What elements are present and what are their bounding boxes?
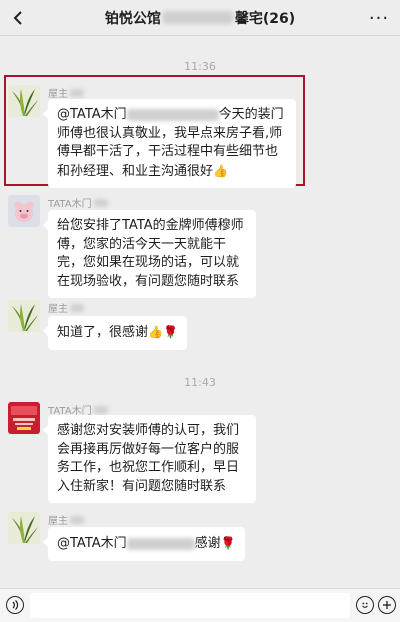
redacted-name: [126, 537, 195, 550]
more-button[interactable]: ···: [366, 6, 392, 30]
sender-name: 屋主: [48, 300, 84, 315]
message-item: TATA木门 感谢您对安装师傅的认可，我们会再接再厉做好每一位客户的服务工作，也…: [8, 402, 392, 503]
mention-text: @TATA木门: [57, 107, 127, 122]
chat-title: 铂悦公馆 馨宅(26): [105, 8, 295, 28]
message-bubble[interactable]: 感谢您对安装师傅的认可，我们会再接再厉做好每一位客户的服务工作，也祝您工作顺利，…: [43, 415, 256, 503]
avatar[interactable]: [8, 402, 40, 434]
sender-label: TATA木门: [48, 199, 92, 210]
avatar[interactable]: [8, 300, 40, 332]
emoji-icon: [362, 602, 368, 608]
message-text: 给您安排了TATA的金牌师傅穆师傅，您家的活今天一天就能干完，您如果在现场的话，…: [57, 218, 244, 289]
message-text: 感谢: [194, 536, 221, 551]
thumbs-up-icon: 👍: [213, 163, 228, 178]
title-start: 铂悦公馆: [104, 10, 161, 27]
plant-avatar-icon: [8, 300, 40, 332]
pig-avatar-icon: [8, 195, 40, 227]
redacted-sender: [70, 303, 84, 312]
message-item: TATA木门 给您安排了TATA的金牌师傅穆师傅，您家的活今天一天就能干完，您如…: [8, 195, 392, 298]
message-text: 知道了，很感谢: [57, 325, 149, 340]
chevron-left-icon: [13, 11, 22, 25]
redacted-phone: [126, 108, 219, 121]
rose-icon: 🌹: [220, 536, 236, 550]
redacted-sender: [93, 405, 108, 414]
emoji-button[interactable]: [356, 596, 374, 614]
voice-button[interactable]: [6, 596, 24, 614]
avatar[interactable]: [8, 195, 40, 227]
avatar[interactable]: [8, 85, 40, 117]
plus-button[interactable]: [378, 596, 396, 614]
message-bubble[interactable]: @TATA木门 感谢🌹: [43, 527, 245, 561]
message-input[interactable]: [30, 593, 350, 618]
redacted-sender: [70, 515, 84, 524]
message-bubble[interactable]: 知道了，很感谢👍🌹: [43, 316, 187, 350]
message-item: 屋主 @TATA木门 今天的装门师傅也很认真敬业，我早点来房子看,师傅早都干活了，…: [8, 85, 392, 188]
sender-label: 屋主: [48, 516, 68, 527]
message-bubble[interactable]: 给您安排了TATA的金牌师傅穆师傅，您家的活今天一天就能干完，您如果在现场的话，…: [43, 210, 256, 298]
plant-avatar-icon: [8, 85, 40, 117]
title-end: 馨宅(26): [234, 10, 296, 27]
plant-avatar-icon: [8, 512, 40, 544]
thumbs-up-rose-icon: 👍🌹: [148, 325, 178, 339]
redacted-sender: [93, 198, 108, 207]
plus-icon: [383, 601, 391, 609]
sender-name: 屋主: [48, 85, 84, 100]
input-bar: [0, 588, 400, 622]
message-text: 感谢您对安装师傅的认可，我们会再接再厉做好每一位客户的服务工作，也祝您工作顺利，…: [57, 423, 240, 494]
message-item: 屋主 @TATA木门 感谢🌹: [8, 512, 392, 562]
sender-name: TATA木门: [48, 195, 108, 210]
tata-brand-avatar-icon: [8, 402, 40, 434]
sender-label: 屋主: [48, 89, 68, 100]
chat-header: 铂悦公馆 馨宅(26) ···: [0, 0, 400, 36]
back-button[interactable]: [6, 6, 30, 30]
message-bubble[interactable]: @TATA木门 今天的装门师傅也很认真敬业，我早点来房子看,师傅早都干活了，干活过…: [43, 99, 296, 188]
message-item: 屋主 知道了，很感谢👍🌹: [8, 300, 392, 370]
voice-icon: [12, 600, 19, 610]
more-icon: ···: [368, 7, 390, 29]
timestamp: 11:36: [184, 60, 216, 73]
avatar[interactable]: [8, 512, 40, 544]
redacted-title-segment: [162, 11, 233, 24]
timestamp: 11:43: [184, 376, 216, 389]
sender-label: 屋主: [48, 304, 68, 315]
mention-text: @TATA木门: [57, 536, 127, 551]
redacted-sender: [70, 88, 84, 97]
sender-name: 屋主: [48, 512, 84, 527]
